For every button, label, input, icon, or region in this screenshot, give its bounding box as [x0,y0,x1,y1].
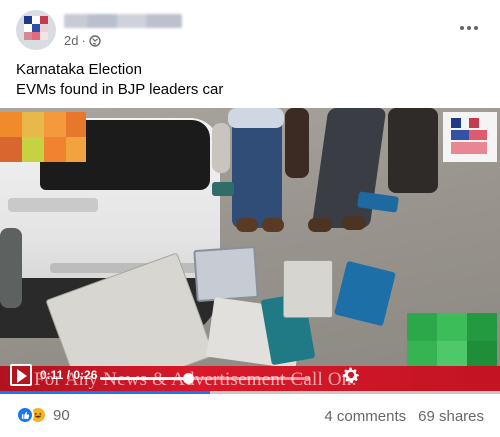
shoe [342,216,366,230]
author-name-redacted[interactable] [64,14,182,28]
bag [212,123,230,173]
video-loading-fill [0,391,210,394]
reaction-count: 90 [53,406,70,424]
comments-count[interactable]: 4 comments [324,408,406,425]
person-legs [285,108,309,178]
shoe [236,218,258,232]
pixelated-logo [443,112,497,162]
video-progress-track[interactable] [100,373,310,384]
engagement-counts: 4 comments 69 shares [324,408,484,425]
evm-control-unit [283,260,333,318]
shoe [262,218,284,232]
video-progress-fill [100,377,189,380]
globe-icon [89,34,101,47]
post-text: Karnataka Election EVMs found in BJP lea… [16,60,223,100]
post-time[interactable]: 2d [64,33,78,48]
shoe [308,218,332,232]
reactions-summary[interactable]: 90 [16,406,70,424]
settings-icon[interactable] [340,364,362,386]
post-text-line-1: Karnataka Election [16,61,142,78]
post-text-line-2: EVMs found in BJP leaders car [16,81,224,98]
meta-separator: · [81,33,86,48]
person-legs [388,108,438,193]
video-time: 0:11 / 0:26 [40,368,97,382]
like-icon [16,406,34,424]
pixelated-logo [407,313,497,369]
video-loading-bar [0,391,500,394]
car-tail-light [8,198,98,212]
play-icon[interactable] [10,364,32,386]
shares-count[interactable]: 69 shares [418,408,484,425]
post-header: 2d · [0,0,500,58]
person-arm [0,228,22,308]
evm-unit [193,245,259,303]
post-footer: 90 4 comments 69 shares [0,398,500,437]
post-meta: 2d · [64,33,101,48]
current-time: 0:11 [40,368,64,382]
more-options-icon[interactable] [458,20,480,36]
person-shirt [228,108,284,128]
pixelated-logo [0,112,86,162]
video-player[interactable] [0,108,500,394]
duration: 0:26 [73,368,98,382]
avatar[interactable] [16,10,56,50]
time-separator: / [63,368,74,382]
device-small [212,182,234,196]
